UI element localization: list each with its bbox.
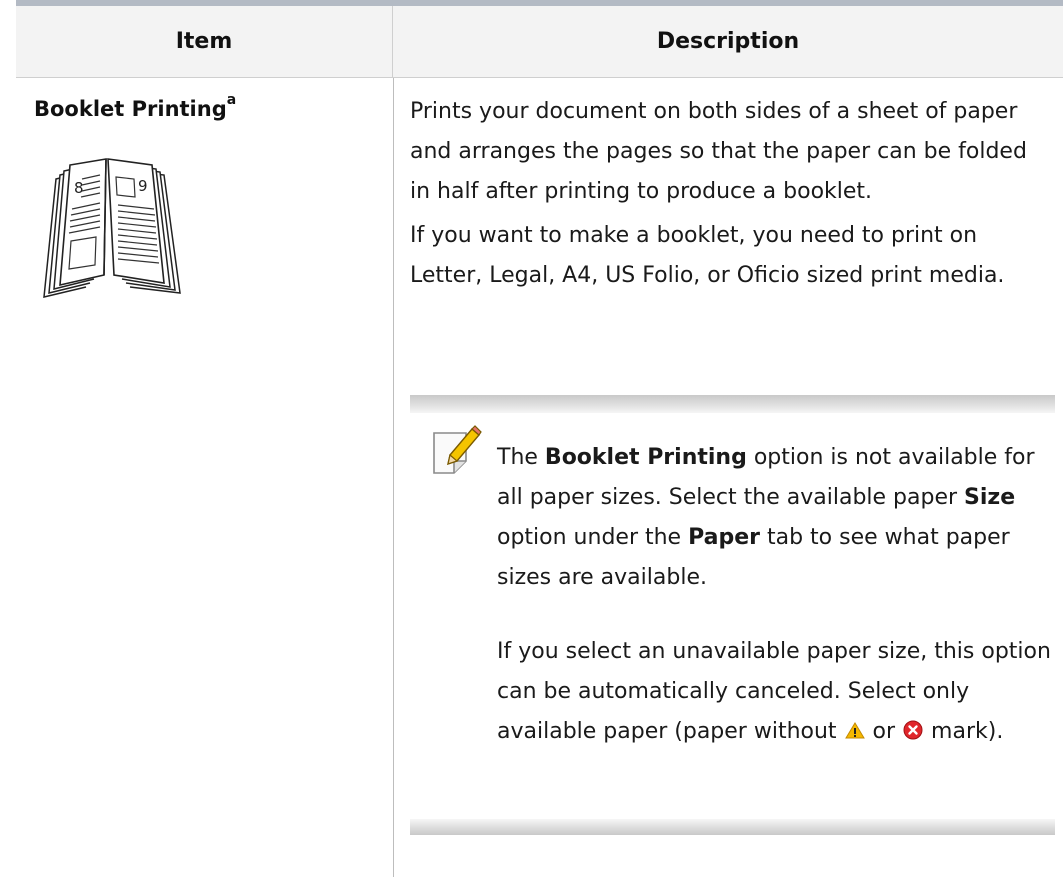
item-title-text: Booklet Printing [34, 97, 227, 121]
note-text: The [497, 445, 545, 470]
item-title: Booklet Printinga [34, 92, 236, 121]
note-text: mark). [924, 719, 1004, 744]
note-text: or [865, 719, 903, 744]
table-header-row: Item Description [16, 6, 1063, 78]
document-page: Item Description Booklet Printinga 8 9 P… [0, 0, 1063, 877]
note-paragraph-2: If you select an unavailable paper size,… [497, 632, 1057, 752]
description-paragraph-1: Prints your document on both sides of a … [410, 99, 1027, 204]
note-bold-booklet-printing: Booklet Printing [544, 445, 747, 470]
note-paragraph-1: The Booklet Printing option is not avail… [497, 438, 1057, 598]
header-description: Description [656, 29, 800, 54]
description-paragraph-2: If you want to make a booklet, you need … [410, 223, 1005, 288]
item-title-footnote: a [226, 92, 237, 108]
booklet-icon: 8 9 [43, 158, 181, 298]
note-pencil-icon [433, 425, 482, 474]
header-item: Item [175, 29, 233, 54]
note-bold-paper: Paper [688, 525, 760, 550]
column-divider [393, 78, 394, 877]
warning-icon [844, 722, 865, 739]
note-box-top-bar [410, 395, 1055, 413]
header-column-divider [392, 6, 393, 77]
note-box-bottom-bar [410, 819, 1055, 835]
note-bold-size: Size [964, 485, 1016, 510]
booklet-page-number-left: 8 [74, 179, 84, 197]
note-text: option under the [497, 525, 689, 550]
booklet-page-number-right: 9 [138, 177, 148, 195]
error-icon [903, 720, 923, 740]
